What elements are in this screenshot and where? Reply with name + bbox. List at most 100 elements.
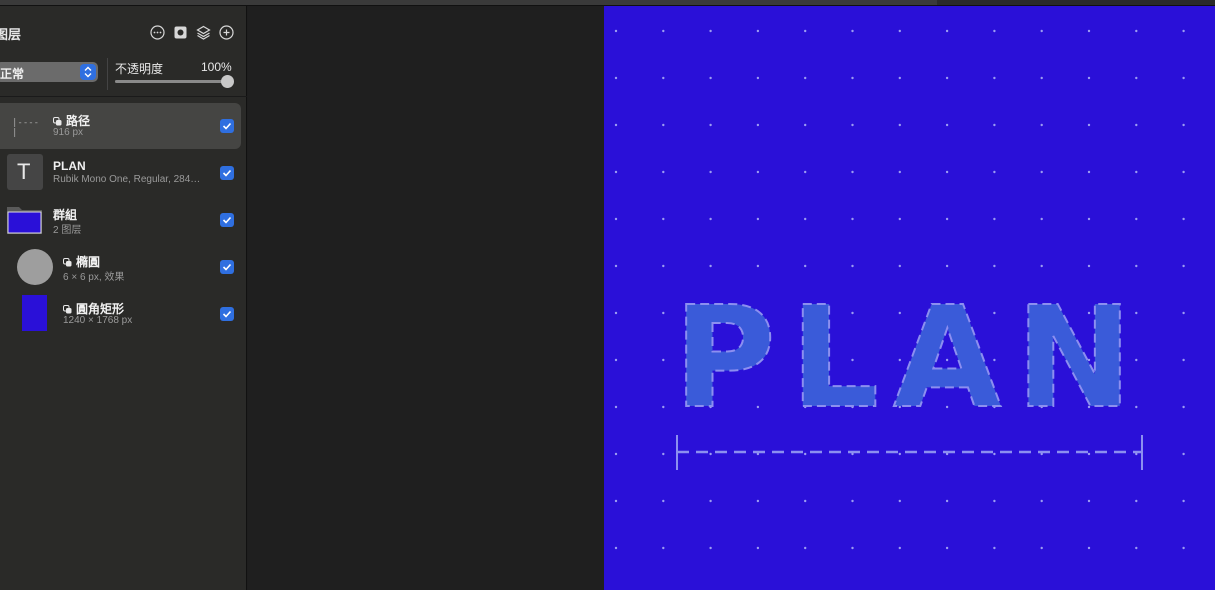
opacity-slider[interactable]	[115, 80, 229, 83]
ellipse-thumbnail	[17, 249, 53, 285]
grid-dot	[756, 170, 760, 174]
artboard[interactable]: PLAN	[604, 6, 1215, 590]
grid-dot	[614, 358, 618, 362]
grid-dot	[1040, 29, 1043, 33]
grid-dot	[1040, 264, 1043, 268]
grid-dot	[662, 123, 665, 127]
grid-dot	[945, 29, 949, 33]
layer-sub: 916 px	[53, 127, 84, 138]
grid-dot	[804, 452, 807, 456]
grid-dot	[709, 546, 712, 550]
grid-dot	[1135, 546, 1138, 550]
chevron-updown-icon[interactable]	[80, 64, 96, 80]
grid-dot	[993, 217, 996, 221]
grid-dot	[993, 264, 996, 268]
layer-sub: 1240 × 1768 px	[63, 315, 133, 326]
path-thumbnail: |----|	[12, 118, 40, 138]
grid-dot	[1135, 499, 1138, 503]
grid-dot	[614, 217, 618, 221]
grid-dot	[1087, 76, 1091, 80]
grid-dot	[756, 76, 760, 80]
grid-dot	[1182, 170, 1185, 174]
grid-dot	[1182, 29, 1185, 33]
visibility-checkbox[interactable]	[220, 213, 234, 227]
grid-dot	[945, 546, 949, 550]
grid-dot	[756, 264, 760, 268]
grid-dot	[756, 546, 760, 550]
grid-dot	[1135, 123, 1138, 127]
visibility-checkbox[interactable]	[220, 166, 234, 180]
grid-dot	[1182, 76, 1185, 80]
grid-dot	[709, 452, 712, 456]
layer-row-ellipse[interactable]: 橢圓 6 × 6 px, 效果	[0, 244, 241, 290]
grid-dot	[614, 499, 618, 503]
grid-dot	[756, 499, 760, 503]
more-icon[interactable]	[150, 25, 165, 40]
rect-thumbnail	[22, 295, 47, 331]
layer-name: PLAN	[53, 159, 86, 173]
plan-text[interactable]: PLAN	[672, 276, 1146, 441]
visibility-checkbox[interactable]	[220, 260, 234, 274]
grid-dot	[851, 170, 854, 174]
layer-row-path[interactable]: |----| 路径 916 px	[0, 103, 241, 149]
path-line[interactable]	[676, 435, 1143, 470]
grid-dot	[614, 264, 618, 268]
grid-dot	[662, 29, 665, 33]
mask-icon[interactable]	[173, 25, 188, 40]
grid-dot	[756, 217, 760, 221]
grid-dot	[1040, 123, 1043, 127]
grid-dot	[993, 546, 996, 550]
add-icon[interactable]	[219, 25, 234, 40]
grid-dot	[851, 217, 854, 221]
grid-dot	[993, 452, 996, 456]
linked-icon	[63, 305, 72, 314]
grid-dot	[662, 217, 665, 221]
grid-dot	[662, 311, 665, 315]
grid-dot	[662, 405, 665, 409]
grid-dot	[851, 264, 854, 268]
grid-dot	[945, 264, 949, 268]
grid-dot	[898, 217, 901, 221]
opacity-slider-fill	[115, 80, 229, 83]
linked-icon	[63, 258, 72, 267]
grid-dot	[1087, 546, 1091, 550]
grid-dot	[662, 358, 665, 362]
grid-dot	[1135, 217, 1138, 221]
visibility-checkbox[interactable]	[220, 119, 234, 133]
grid-dot	[1182, 358, 1185, 362]
grid-dot	[1182, 499, 1185, 503]
grid-dot	[945, 499, 949, 503]
grid-dot	[1135, 76, 1138, 80]
layer-row-group[interactable]: 群組 2 图层	[0, 197, 241, 243]
grid-dot	[614, 29, 618, 33]
blend-mode-select[interactable]: 正常	[0, 62, 98, 82]
visibility-checkbox[interactable]	[220, 307, 234, 321]
grid-dot	[945, 170, 949, 174]
grid-dot	[945, 76, 949, 80]
linked-icon	[53, 117, 62, 126]
opacity-value[interactable]: 100%	[201, 60, 232, 74]
grid-dot	[709, 29, 712, 33]
grid-dot	[898, 452, 901, 456]
grid-dot	[662, 452, 665, 456]
layers-icon[interactable]	[196, 25, 211, 40]
opacity-label: 不透明度	[115, 62, 164, 76]
grid-dot	[1040, 76, 1043, 80]
grid-dot	[945, 123, 949, 127]
grid-dot	[1087, 170, 1091, 174]
grid-dot	[662, 264, 665, 268]
grid-dot	[709, 76, 712, 80]
grid-dot	[1087, 29, 1091, 33]
grid-dot	[1087, 123, 1091, 127]
grid-dot	[1040, 499, 1043, 503]
layer-row-rounded-rect[interactable]: 圓角矩形 1240 × 1768 px	[0, 291, 241, 337]
blend-mode-value: 正常	[0, 67, 25, 81]
grid-dot	[851, 123, 854, 127]
layer-row-plan[interactable]: T PLAN Rubik Mono One, Regular, 284…	[0, 150, 241, 196]
layers-panel: 图层 正常 不透明度 100% |----| 路径 916 px T PLAN …	[0, 6, 247, 590]
grid-dot	[851, 546, 854, 550]
grid-dot	[804, 123, 807, 127]
opacity-slider-knob[interactable]	[221, 75, 234, 88]
grid-dot	[662, 170, 665, 174]
divider	[0, 96, 247, 97]
